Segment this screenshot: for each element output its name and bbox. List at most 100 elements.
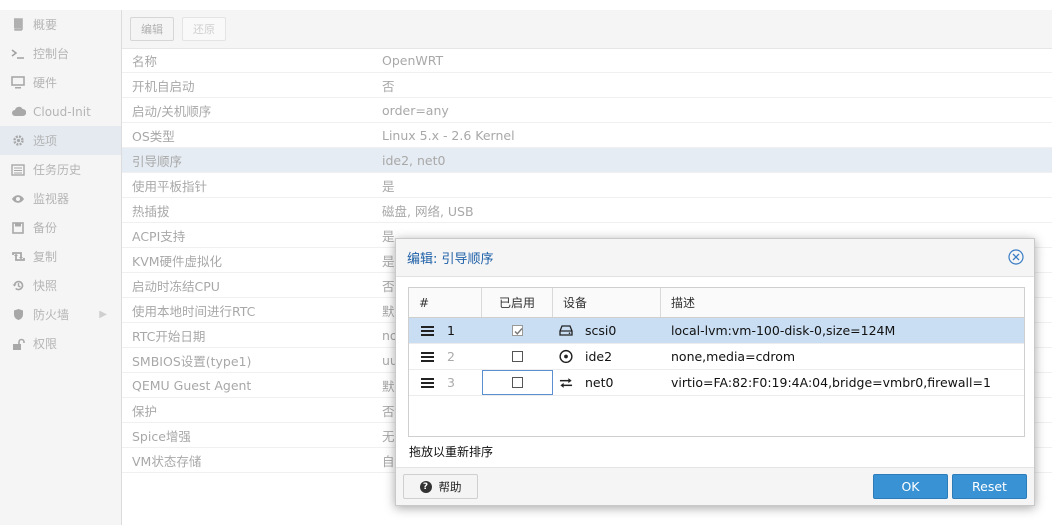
table-header: # 已启用 设备 描述 [409, 288, 1024, 318]
close-icon[interactable] [1008, 249, 1024, 265]
sidebar-item-label: 权限 [33, 337, 58, 351]
column-description[interactable]: 描述 [661, 288, 1024, 317]
options-row[interactable]: 启动/关机顺序 order=any [122, 98, 1052, 123]
drag-handle-icon[interactable] [421, 377, 434, 388]
sidebar-item-label: Cloud-Init [33, 104, 91, 119]
sidebar-item-label: 监视器 [33, 192, 70, 206]
options-row[interactable]: 名称 OpenWRT [122, 48, 1052, 73]
boot-order-dialog: 编辑: 引导顺序 # 已启用 设备 描述 1 scsi0 local-lvm:v… [395, 238, 1035, 506]
option-key: 名称 [132, 53, 158, 69]
option-key: 启动时冻结CPU [132, 278, 220, 294]
option-value: uu [382, 352, 398, 368]
options-row[interactable]: 热插拔 磁盘, 网络, USB [122, 198, 1052, 223]
sidebar-item-label: 快照 [33, 279, 58, 293]
device-name: net0 [585, 375, 614, 390]
sidebar-item-console[interactable]: 控制台 [0, 39, 121, 68]
option-value: 是 [382, 178, 395, 194]
option-value: 是 [382, 228, 395, 244]
row-number: 3 [447, 375, 455, 390]
hdd-icon [559, 324, 573, 338]
column-num[interactable]: # [409, 288, 482, 317]
sidebar-item-task-history[interactable]: 任务历史 [0, 155, 121, 184]
chevron-right-icon: ▶ [99, 309, 107, 320]
option-key: 开机自启动 [132, 78, 195, 94]
description-cell: none,media=cdrom [671, 349, 796, 364]
sidebar-item-label: 防火墙 [33, 308, 70, 322]
row-number: 1 [447, 323, 455, 338]
shield-icon [10, 307, 26, 323]
sidebar-item-summary[interactable]: 概要 [0, 10, 121, 39]
list-icon [10, 162, 26, 178]
sidebar-item-permissions[interactable]: 权限 [0, 329, 121, 358]
option-key: 热插拔 [132, 203, 170, 219]
enabled-checkbox[interactable] [512, 377, 523, 388]
option-key: SMBIOS设置(type1) [132, 353, 252, 369]
options-row[interactable]: 开机自启动 否 [122, 73, 1052, 98]
eye-icon [10, 191, 26, 207]
sidebar-item-monitor[interactable]: 监视器 [0, 184, 121, 213]
gear-icon [10, 133, 26, 149]
row-order-cell: 3 [409, 370, 482, 395]
option-value: 无 [382, 428, 395, 444]
exchange-icon [559, 376, 573, 390]
cloud-icon [10, 104, 26, 120]
toolbar: 编辑 还原 [122, 10, 1052, 49]
sidebar-item-options[interactable]: 选项 [0, 126, 121, 155]
help-button[interactable]: ? 帮助 [403, 474, 478, 499]
options-row[interactable]: OS类型 Linux 5.x - 2.6 Kernel [122, 123, 1052, 148]
boot-order-table: # 已启用 设备 描述 1 scsi0 local-lvm:vm-100-dis… [408, 287, 1025, 437]
sidebar-item-replication[interactable]: 复制 [0, 242, 121, 271]
options-row[interactable]: 使用平板指针 是 [122, 173, 1052, 198]
monitor-icon [10, 75, 26, 91]
description-cell: local-lvm:vm-100-disk-0,size=124M [671, 323, 896, 338]
sidebar-item-label: 硬件 [33, 76, 58, 90]
option-key: 保护 [132, 403, 158, 419]
option-key: 启动/关机顺序 [132, 103, 212, 119]
option-value: order=any [382, 102, 449, 118]
enabled-cell [482, 370, 553, 395]
revert-button[interactable]: 还原 [182, 17, 226, 41]
column-enabled[interactable]: 已启用 [482, 288, 553, 317]
device-cell: scsi0 [553, 318, 661, 343]
sidebar-item-hardware[interactable]: 硬件 [0, 68, 121, 97]
row-order-cell: 1 [409, 318, 482, 343]
option-value: ide2, net0 [382, 152, 446, 168]
options-row-selected[interactable]: 引导顺序 ide2, net0 [122, 148, 1052, 173]
drag-handle-icon[interactable] [421, 351, 434, 362]
sidebar-item-label: 概要 [33, 18, 58, 32]
row-order-cell: 2 [409, 344, 482, 369]
column-device[interactable]: 设备 [553, 288, 661, 317]
sidebar-item-snapshots[interactable]: 快照 [0, 271, 121, 300]
option-key: VM状态存储 [132, 453, 202, 469]
table-row[interactable]: 2 ide2 none,media=cdrom [409, 344, 1024, 370]
table-row[interactable]: 3 net0 virtio=FA:82:F0:19:4A:04,bridge=v… [409, 370, 1024, 396]
option-value: no [382, 327, 398, 343]
sidebar-item-firewall[interactable]: 防火墙 ▶ [0, 300, 121, 329]
ok-button[interactable]: OK [873, 474, 948, 499]
dialog-title: 编辑: 引导顺序 [407, 252, 494, 267]
enabled-checkbox[interactable] [512, 351, 523, 362]
option-key: ACPI支持 [132, 228, 186, 244]
device-name: ide2 [585, 349, 613, 364]
option-value: 否 [382, 403, 395, 419]
option-key: RTC开始日期 [132, 328, 206, 344]
book-icon [10, 17, 26, 33]
option-value: 磁盘, 网络, USB [382, 203, 474, 219]
sidebar-item-backup[interactable]: 备份 [0, 213, 121, 242]
drag-handle-icon[interactable] [421, 325, 434, 336]
enabled-cell [482, 318, 553, 343]
enabled-cell [482, 344, 553, 369]
enabled-checkbox[interactable] [512, 325, 523, 336]
option-key: QEMU Guest Agent [132, 377, 252, 393]
dialog-footer: ? 帮助 OK Reset [396, 467, 1034, 505]
option-value: Linux 5.x - 2.6 Kernel [382, 127, 515, 143]
option-key: OS类型 [132, 128, 175, 144]
reset-button[interactable]: Reset [952, 474, 1027, 499]
sidebar-item-cloud-init[interactable]: Cloud-Init [0, 97, 121, 126]
sidebar-item-label: 控制台 [33, 47, 70, 61]
description-cell: virtio=FA:82:F0:19:4A:04,bridge=vmbr0,fi… [671, 375, 991, 390]
option-value: 默 [382, 303, 395, 319]
table-row[interactable]: 1 scsi0 local-lvm:vm-100-disk-0,size=124… [409, 318, 1024, 344]
edit-button[interactable]: 编辑 [130, 17, 174, 41]
row-number: 2 [447, 349, 455, 364]
